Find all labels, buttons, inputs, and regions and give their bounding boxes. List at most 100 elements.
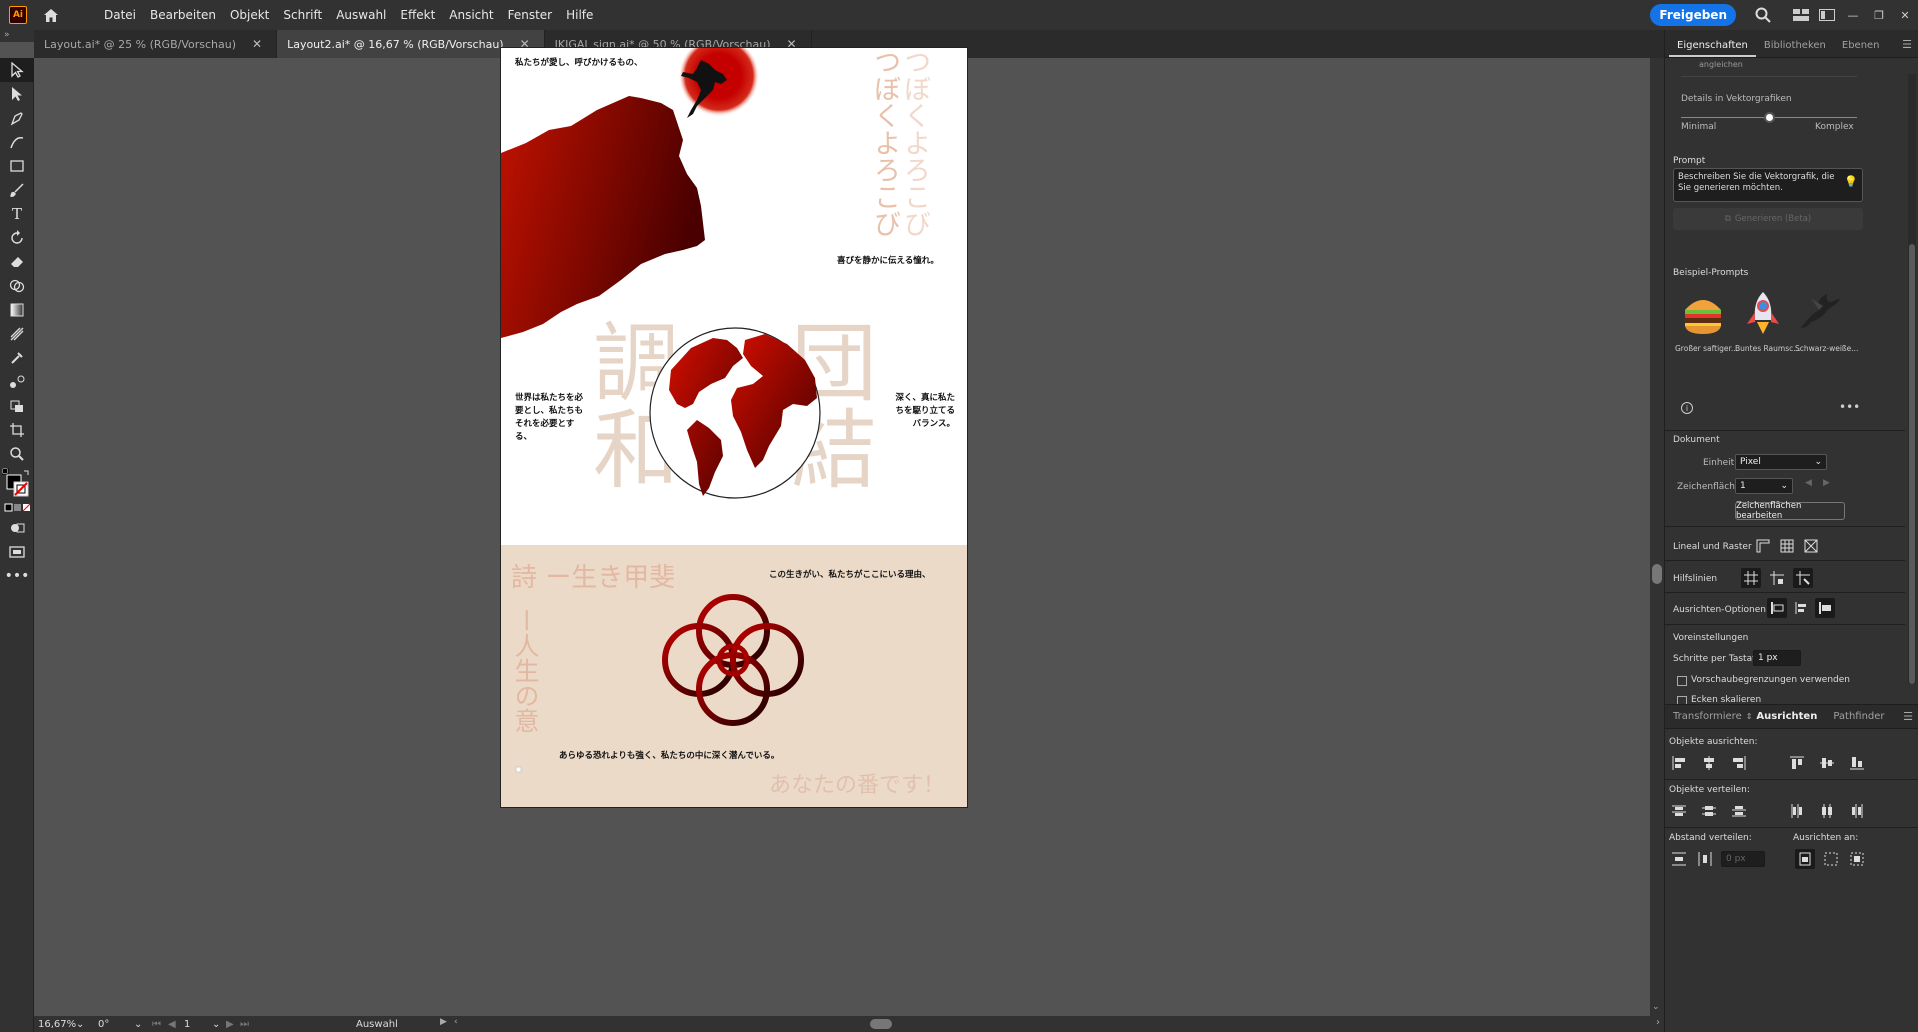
tab-properties[interactable]: Eigenschaften <box>1669 40 1756 57</box>
tab-pathfinder[interactable]: Pathfinder <box>1827 711 1890 722</box>
gradient-tool-icon[interactable] <box>0 298 34 322</box>
distribute-horizontal-space-icon[interactable] <box>1695 849 1715 869</box>
tab-libraries[interactable]: Bibliotheken <box>1756 40 1834 57</box>
distribute-right-icon[interactable] <box>1847 801 1867 821</box>
align-option-1-icon[interactable] <box>1767 598 1787 618</box>
align-to-key-object-icon[interactable] <box>1821 849 1841 869</box>
distribute-left-icon[interactable] <box>1787 801 1807 821</box>
rectangle-tool-icon[interactable] <box>0 154 34 178</box>
align-option-3-icon[interactable] <box>1815 598 1835 618</box>
align-bottom-icon[interactable] <box>1847 753 1867 773</box>
status-mode[interactable]: Auswahl <box>256 1019 406 1030</box>
tab-align[interactable]: Ausrichten <box>1752 711 1827 722</box>
example-crane[interactable] <box>1797 288 1845 336</box>
example-burger[interactable] <box>1679 288 1727 336</box>
artboard-select[interactable]: 1 ⌄ <box>1735 478 1793 494</box>
menu-auswahl[interactable]: Auswahl <box>329 8 393 22</box>
panel-menu-icon[interactable]: ☰ <box>1896 38 1918 57</box>
rotation-dropdown-icon[interactable]: ⌄ <box>134 1019 152 1030</box>
search-icon[interactable] <box>1750 4 1776 26</box>
show-guides-icon[interactable] <box>1741 568 1761 588</box>
lock-guides-icon[interactable] <box>1767 568 1787 588</box>
horizontal-scroll-thumb[interactable] <box>870 1019 892 1029</box>
close-window-icon[interactable]: ✕ <box>1892 4 1918 26</box>
distribute-bottom-icon[interactable] <box>1729 801 1749 821</box>
distribute-vertical-space-icon[interactable] <box>1669 849 1689 869</box>
preview-bounds-checkbox[interactable] <box>1677 676 1687 686</box>
prev-artboard-icon[interactable]: ◀ <box>168 1019 180 1030</box>
shape-builder-tool-icon[interactable] <box>0 274 34 298</box>
align-vertical-center-icon[interactable] <box>1817 753 1837 773</box>
menu-fenster[interactable]: Fenster <box>501 8 560 22</box>
zoom-field[interactable]: 16,67% <box>34 1019 76 1030</box>
align-right-icon[interactable] <box>1729 753 1749 773</box>
live-paint-tool-icon[interactable] <box>0 394 34 418</box>
slider-thumb[interactable] <box>1764 112 1775 123</box>
smart-guides-icon[interactable] <box>1793 568 1813 588</box>
type-tool-icon[interactable]: T <box>0 202 34 226</box>
menu-objekt[interactable]: Objekt <box>223 8 276 22</box>
mesh-tool-icon[interactable] <box>0 322 34 346</box>
restore-icon[interactable]: ❐ <box>1866 4 1892 26</box>
menu-datei[interactable]: Datei <box>97 8 143 22</box>
align-to-selection-icon[interactable] <box>1795 849 1815 869</box>
spacing-input[interactable]: 0 px <box>1721 851 1765 867</box>
menu-hilfe[interactable]: Hilfe <box>559 8 600 22</box>
more-tools-icon[interactable]: ••• <box>0 564 34 588</box>
direct-selection-tool-icon[interactable] <box>0 82 34 106</box>
grid-icon[interactable] <box>1777 536 1797 556</box>
rotate-tool-icon[interactable] <box>0 226 34 250</box>
unit-select[interactable]: Pixel ⌄ <box>1735 454 1827 470</box>
menu-bearbeiten[interactable]: Bearbeiten <box>143 8 223 22</box>
artboard[interactable]: 調 和 団 結 詩 ー生き甲斐 あなたの番です！ 私たちが愛し、呼びかけるもの、… <box>500 47 968 808</box>
scroll-right-arrow-icon[interactable]: › <box>1656 1017 1660 1028</box>
next-artboard-arrow-icon[interactable]: ▶ <box>1823 478 1830 488</box>
fill-stroke-swatch-icon[interactable] <box>0 466 34 500</box>
prompt-input[interactable]: Beschreiben Sie die Vektorgrafik, die Si… <box>1673 168 1863 202</box>
keyboard-step-input[interactable]: 1 px <box>1753 650 1801 666</box>
align-option-2-icon[interactable] <box>1791 598 1811 618</box>
align-horizontal-center-icon[interactable] <box>1699 753 1719 773</box>
scroll-left-icon[interactable]: ‹ <box>454 1017 458 1027</box>
tab-transform[interactable]: Transformiere <box>1665 711 1746 722</box>
example-rocket[interactable] <box>1739 288 1787 336</box>
eyedropper-tool-icon[interactable] <box>0 346 34 370</box>
arrange-documents-icon[interactable] <box>1788 4 1814 26</box>
artboard-tool-icon[interactable] <box>0 418 34 442</box>
screen-mode-icon[interactable] <box>0 540 34 564</box>
collapse-toolbar-icon[interactable]: » <box>0 30 34 42</box>
selection-tool-icon[interactable] <box>0 58 34 82</box>
menu-effekt[interactable]: Effekt <box>393 8 442 22</box>
edit-artboards-button[interactable]: Zeichenflächen bearbeiten <box>1735 501 1845 521</box>
minimize-icon[interactable]: — <box>1840 4 1866 26</box>
ruler-icon[interactable] <box>1753 536 1773 556</box>
vertical-scroll-thumb[interactable] <box>1652 564 1662 584</box>
prev-artboard-arrow-icon[interactable]: ◀ <box>1805 478 1812 488</box>
paintbrush-tool-icon[interactable] <box>0 178 34 202</box>
distribute-top-icon[interactable] <box>1669 801 1689 821</box>
more-options-icon[interactable]: ••• <box>1839 400 1860 414</box>
horizontal-scrollbar[interactable]: ▶ ‹ › <box>440 1016 1664 1032</box>
zoom-tool-icon[interactable] <box>0 442 34 466</box>
first-artboard-icon[interactable]: ⏮ <box>152 1019 168 1030</box>
align-panel-menu-icon[interactable]: ☰ <box>1903 710 1918 723</box>
color-mode-icon[interactable] <box>0 500 34 516</box>
distribute-hcenter-icon[interactable] <box>1817 801 1837 821</box>
menu-schrift[interactable]: Schrift <box>276 8 329 22</box>
close-tab-icon[interactable]: ✕ <box>252 37 262 51</box>
artboard-dropdown-icon[interactable]: ⌄ <box>212 1019 226 1030</box>
tab-layers[interactable]: Ebenen <box>1834 40 1888 57</box>
distribute-vcenter-icon[interactable] <box>1699 801 1719 821</box>
scroll-down-icon[interactable]: ⌄ <box>1652 1002 1660 1012</box>
panel-scroll-thumb[interactable] <box>1909 244 1915 684</box>
rotation-field[interactable]: 0° <box>92 1019 134 1030</box>
align-to-artboard-icon[interactable] <box>1847 849 1867 869</box>
align-left-icon[interactable] <box>1669 753 1689 773</box>
artboard-number-field[interactable]: 1 <box>180 1019 212 1030</box>
curvature-tool-icon[interactable] <box>0 130 34 154</box>
prompt-hint-icon[interactable]: 💡 <box>1844 175 1858 188</box>
menu-ansicht[interactable]: Ansicht <box>442 8 500 22</box>
zoom-dropdown-icon[interactable]: ⌄ <box>76 1019 92 1030</box>
drawing-mode-icon[interactable] <box>0 516 34 540</box>
panel-scrollbar[interactable] <box>1908 74 1916 684</box>
